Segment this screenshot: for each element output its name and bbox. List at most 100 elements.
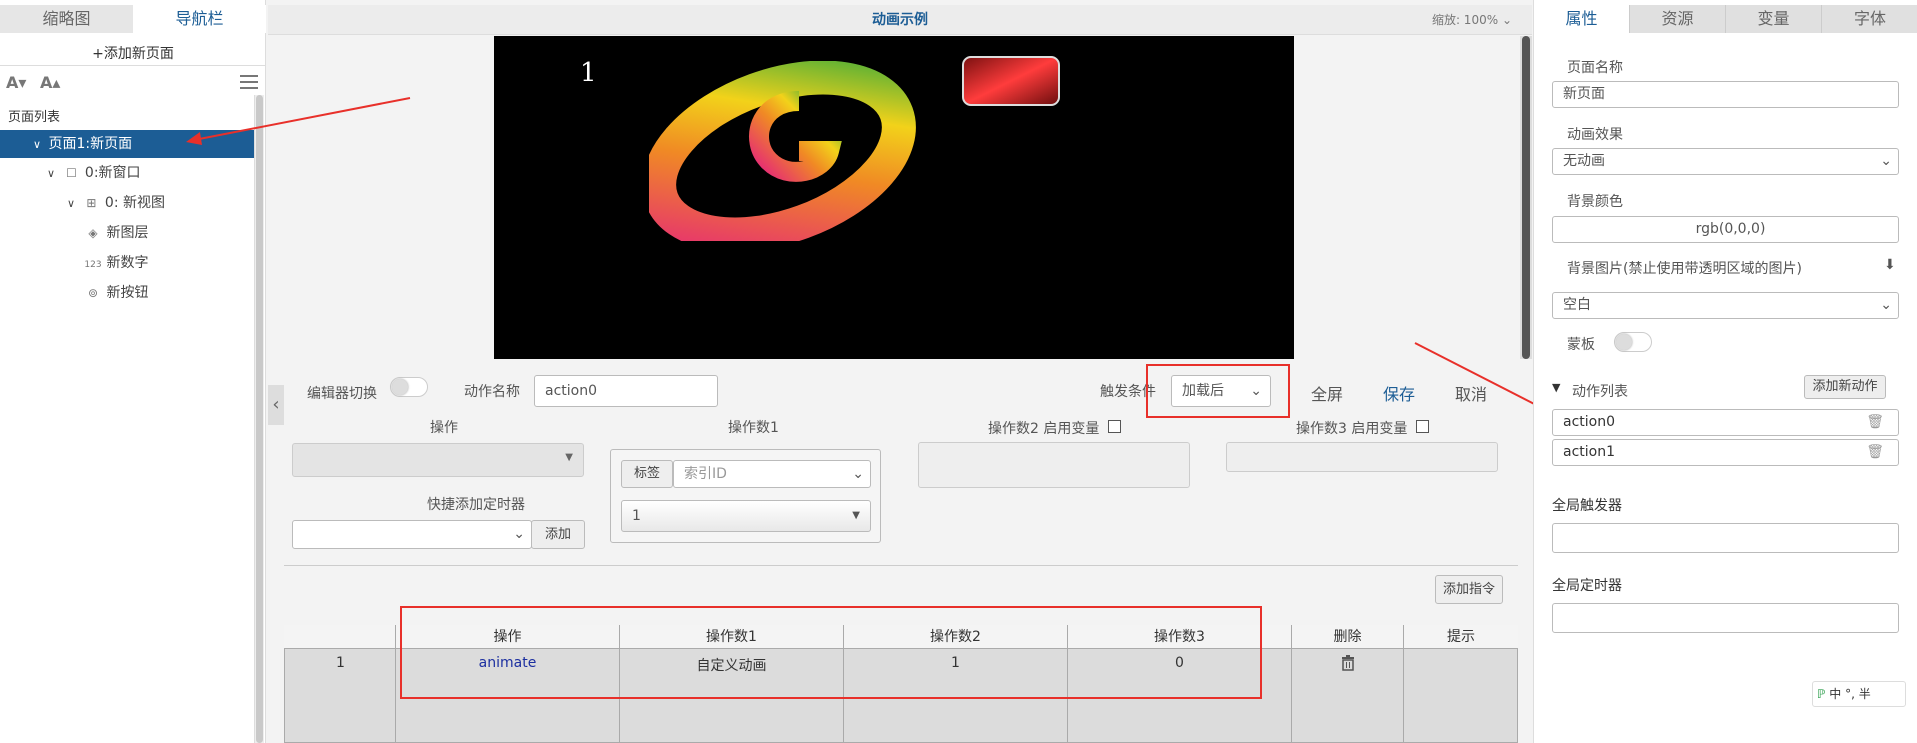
view-icon: ⊞ [86, 196, 97, 210]
operand2-var-checkbox[interactable] [1108, 420, 1121, 433]
bg-image-select[interactable]: 空白 ⌄ [1552, 292, 1899, 319]
zoom-value: 缩放: 100% [1431, 13, 1499, 27]
chevron-down-icon: ⌄ [1880, 153, 1892, 169]
left-scrollbar[interactable] [254, 95, 264, 743]
bg-image-value: 空白 [1563, 297, 1591, 313]
index-select[interactable]: 索引ID ⌄ [673, 460, 871, 488]
chevron-down-icon: ⌄ [1880, 297, 1892, 313]
button-icon: ⊚ [87, 286, 99, 300]
add-timer-button[interactable]: 添加 [531, 520, 585, 549]
table-cell-hint [1404, 649, 1518, 743]
tab-properties[interactable]: 属性 [1534, 5, 1630, 33]
right-panel: 属性 资源 变量 字体 页面名称 新页面 动画效果 无动画 ⌄ 背景颜色 rgb(… [1533, 0, 1917, 743]
operand2-textarea[interactable] [918, 442, 1190, 488]
operand3-label: 操作数3 启用变量 [1296, 421, 1408, 437]
number-icon: 123 [84, 260, 102, 270]
canvas-number: 1 [580, 58, 597, 88]
editor-toggle-label: 编辑器切换 [307, 386, 377, 402]
annotation-arrow-left [186, 97, 411, 145]
quick-timer-select[interactable]: ⌄ [292, 520, 532, 549]
bg-color-input[interactable]: rgb(0,0,0) [1552, 216, 1899, 243]
download-icon[interactable]: ⬇ [1884, 257, 1896, 273]
chevron-down-icon: ⌄ [852, 466, 864, 482]
page-list-title: 页面列表 [8, 110, 61, 125]
tab-thumbnails[interactable]: 缩略图 [0, 5, 133, 33]
trigger-select[interactable]: 加载后 ⌄ [1171, 375, 1271, 407]
table-header-index [284, 625, 396, 649]
operand3-input[interactable] [1226, 442, 1498, 472]
canvas-scrollbar[interactable] [1520, 36, 1532, 359]
chevron-down-icon[interactable]: ∨ [44, 160, 58, 188]
index-placeholder: 索引ID [684, 466, 727, 482]
caret-down-icon: ▼ [565, 452, 573, 463]
page-title: 动画示例 [872, 12, 928, 28]
tree-item-label: 页面1:新页面 [48, 136, 133, 152]
tab-fonts[interactable]: 字体 [1822, 5, 1917, 33]
add-page-button[interactable]: +添加新页面 [0, 42, 266, 66]
bg-color-label: 背景颜色 [1567, 194, 1623, 210]
add-action-button[interactable]: 添加新动作 [1804, 375, 1886, 399]
tree-item-label: 新按钮 [106, 285, 149, 301]
tree-item-view[interactable]: ∨ ⊞ 0: 新视图 [0, 189, 254, 217]
table-cell-delete [1292, 649, 1404, 743]
anim-select[interactable]: 无动画 ⌄ [1552, 148, 1899, 175]
index-value-select[interactable]: 1 ▼ [621, 500, 871, 532]
ime-logo-icon: ℙ [1817, 687, 1826, 701]
tree-item-layer[interactable]: ◈ 新图层 [0, 219, 254, 247]
trash-icon[interactable]: 🗑 [1866, 440, 1884, 465]
table-header-hint: 提示 [1404, 625, 1518, 649]
op-select[interactable]: ▼ [292, 443, 584, 477]
trash-icon[interactable]: 🗑 [1866, 410, 1884, 435]
action-name-label: 动作名称 [464, 384, 520, 400]
tree-item-label: 新图层 [106, 225, 149, 241]
page-name-input[interactable]: 新页面 [1552, 81, 1899, 108]
divider [284, 565, 1518, 566]
layers-icon: ◈ [88, 226, 98, 240]
tab-variables[interactable]: 变量 [1726, 5, 1822, 33]
tree-item-button[interactable]: ⊚ 新按钮 [0, 279, 254, 307]
global-timer-input[interactable] [1552, 603, 1899, 633]
tab-resources[interactable]: 资源 [1630, 5, 1726, 33]
tag-button[interactable]: 标签 [621, 460, 673, 488]
action-item[interactable]: action1 🗑 [1552, 439, 1899, 466]
zoom-select[interactable]: 缩放: 100% ⌄ [1432, 5, 1512, 35]
editor-toggle[interactable] [390, 377, 428, 397]
global-trigger-label: 全局触发器 [1552, 498, 1622, 514]
tree-item-number[interactable]: 123 新数字 [0, 249, 254, 277]
global-trigger-input[interactable] [1552, 523, 1899, 553]
add-command-button[interactable]: 添加指令 [1435, 575, 1503, 604]
fullscreen-button[interactable]: 全屏 [1311, 381, 1343, 405]
operand3-var-checkbox[interactable] [1416, 420, 1429, 433]
chevron-down-icon[interactable]: ∨ [64, 190, 78, 218]
tree-item-label: 0: 新视图 [104, 195, 165, 211]
red-button-graphic [962, 56, 1060, 106]
trash-icon[interactable] [1341, 655, 1355, 671]
tree-item-label: 新数字 [106, 255, 149, 271]
tree-item-window[interactable]: ∨ ☐ 0:新窗口 [0, 159, 254, 187]
index-value: 1 [632, 508, 641, 524]
font-decrease-icon[interactable]: A▾ [6, 73, 26, 92]
window-icon: ☐ [66, 166, 77, 180]
preview-canvas[interactable]: 1 [494, 36, 1294, 359]
ime-indicator[interactable]: ℙ 中 °, 半 [1812, 681, 1906, 707]
action-name-input[interactable]: action0 [534, 375, 718, 407]
table-cell-index: 1 [284, 649, 396, 743]
ime-text: 中 °, 半 [1829, 687, 1871, 701]
table-header-delete: 删除 [1292, 625, 1404, 649]
tree-item-label: 0:新窗口 [84, 165, 141, 181]
anim-value: 无动画 [1563, 153, 1605, 169]
operand1-label: 操作数1 [728, 420, 779, 436]
action-item[interactable]: action0 🗑 [1552, 409, 1899, 436]
op-label: 操作 [430, 420, 458, 436]
center-topbar: 动画示例 缩放: 100% ⌄ [268, 5, 1532, 35]
page-name-label: 页面名称 [1567, 60, 1623, 76]
operand2-label: 操作数2 启用变量 [988, 421, 1100, 437]
font-increase-icon[interactable]: A▴ [40, 73, 60, 92]
collapse-left-icon[interactable]: ‹ [268, 385, 284, 425]
bg-image-label: 背景图片(禁止使用带透明区域的图片) [1567, 261, 1802, 277]
chevron-down-icon[interactable]: ▼ [1552, 381, 1560, 394]
tab-navigation[interactable]: 导航栏 [133, 5, 266, 33]
action-item-label: action1 [1563, 444, 1616, 460]
chevron-down-icon[interactable]: ∨ [30, 131, 44, 159]
mask-toggle[interactable] [1614, 332, 1652, 352]
